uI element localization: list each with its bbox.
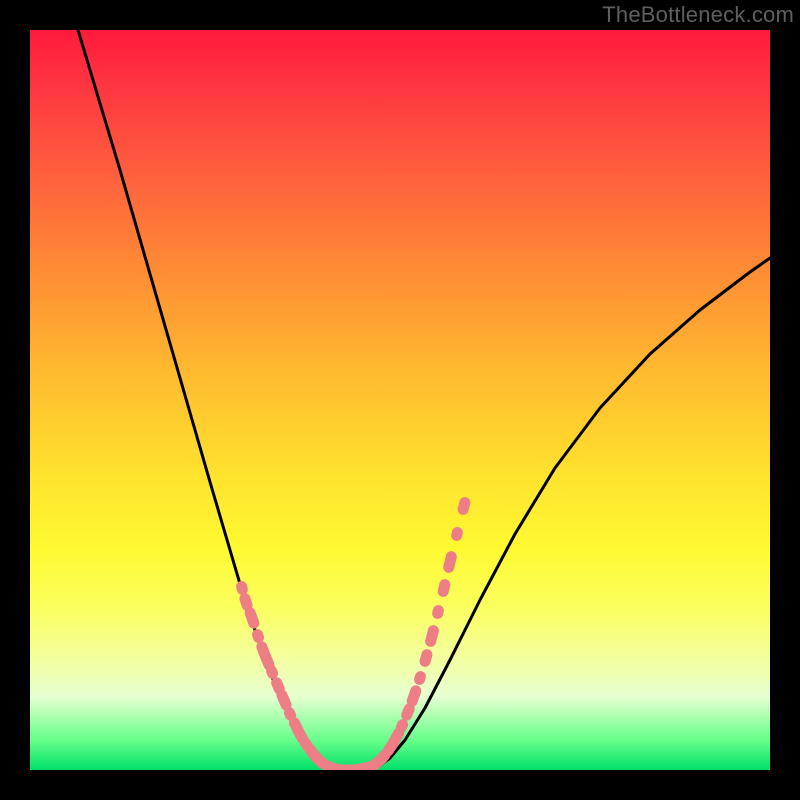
dot-dots-right-13	[437, 578, 452, 598]
dot-dots-right-16	[456, 496, 471, 516]
dot-dots-right-10	[418, 648, 434, 668]
dot-dots-right-14	[442, 550, 458, 574]
dot-dots-right-11	[424, 624, 440, 648]
dot-dots-right-15	[450, 526, 464, 542]
dots-layer	[235, 496, 472, 770]
dot-dots-right-12	[431, 604, 445, 620]
chart-plot-area	[30, 30, 770, 770]
series-curve-left	[78, 30, 338, 768]
watermark-label: TheBottleneck.com	[602, 2, 794, 28]
dot-dots-right-9	[413, 670, 428, 687]
series-curve-right	[378, 258, 770, 767]
chart-svg	[30, 30, 770, 770]
